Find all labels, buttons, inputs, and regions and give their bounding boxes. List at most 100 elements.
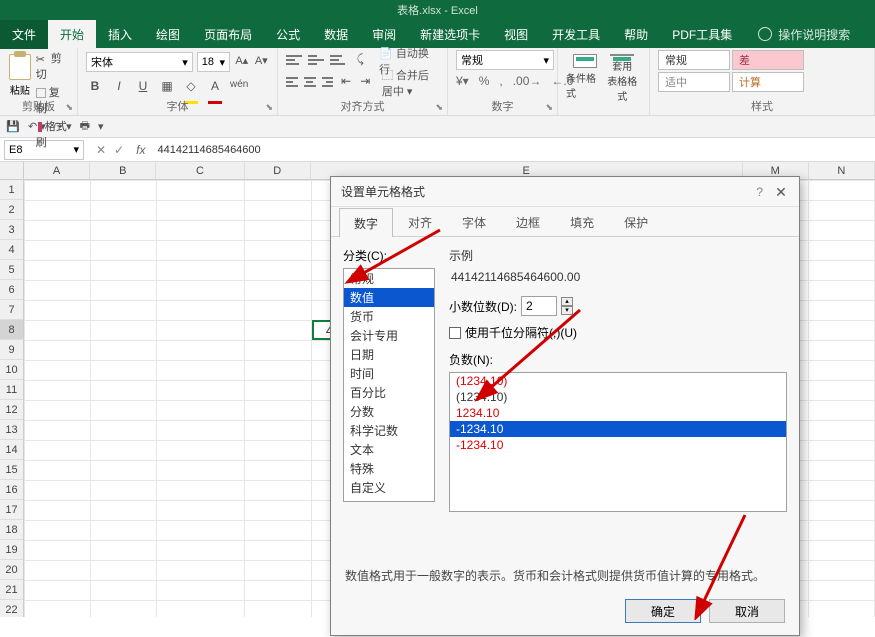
cancel-formula-button[interactable]: ✕ [96, 143, 106, 157]
confirm-formula-button[interactable]: ✓ [114, 143, 124, 157]
tab-layout[interactable]: 页面布局 [192, 20, 264, 49]
align-left-button[interactable] [286, 77, 298, 89]
col-header[interactable]: D [245, 162, 311, 179]
italic-button[interactable]: I [110, 79, 128, 97]
qat-dropdown[interactable]: ▾ [98, 120, 104, 133]
row-header[interactable]: 3 [0, 220, 23, 240]
tab-file[interactable]: 文件 [0, 20, 48, 49]
category-item[interactable]: 常规 [344, 269, 434, 288]
category-item[interactable]: 特殊 [344, 459, 434, 478]
clipboard-launcher[interactable]: ⬊ [65, 102, 73, 113]
close-icon[interactable]: ✕ [773, 184, 789, 200]
negative-format-item[interactable]: -1234.10 [450, 421, 786, 437]
row-header[interactable]: 17 [0, 500, 23, 520]
cut-button[interactable]: ✂ 剪切 [36, 50, 69, 82]
row-header[interactable]: 18 [0, 520, 23, 540]
alignment-launcher[interactable]: ⬊ [435, 102, 443, 113]
align-right-button[interactable] [322, 77, 334, 89]
tab-data[interactable]: 数据 [312, 20, 360, 49]
align-bottom-button[interactable] [330, 55, 346, 67]
ok-button[interactable]: 确定 [625, 599, 701, 623]
row-header[interactable]: 9 [0, 340, 23, 360]
dialog-tab-border[interactable]: 边框 [501, 207, 555, 236]
category-item[interactable]: 货币 [344, 307, 434, 326]
row-header[interactable]: 16 [0, 480, 23, 500]
tell-me-search[interactable]: 操作说明搜索 [758, 26, 850, 43]
cell-style-neutral[interactable]: 适中 [658, 72, 730, 92]
category-item[interactable]: 百分比 [344, 383, 434, 402]
row-header[interactable]: 6 [0, 280, 23, 300]
row-header[interactable]: 1 [0, 180, 23, 200]
category-item[interactable]: 日期 [344, 345, 434, 364]
row-header[interactable]: 7 [0, 300, 23, 320]
col-header[interactable]: N [809, 162, 875, 179]
category-item[interactable]: 数值 [344, 288, 434, 307]
format-as-table-button[interactable]: 套用 表格格式 [604, 50, 642, 100]
category-list[interactable]: 常规数值货币会计专用日期时间百分比分数科学记数文本特殊自定义 [343, 268, 435, 502]
tab-dev[interactable]: 开发工具 [540, 20, 612, 49]
dialog-tab-font[interactable]: 字体 [447, 207, 501, 236]
paste-button[interactable]: 粘贴 [8, 50, 32, 102]
align-center-button[interactable] [304, 77, 316, 89]
tab-home[interactable]: 开始 [48, 20, 96, 49]
col-header[interactable]: B [90, 162, 156, 179]
row-header[interactable]: 2 [0, 200, 23, 220]
increase-font-button[interactable]: A▴ [234, 54, 249, 70]
cell-style-bad[interactable]: 差 [732, 50, 804, 70]
category-item[interactable]: 科学记数 [344, 421, 434, 440]
dialog-tab-align[interactable]: 对齐 [393, 207, 447, 236]
row-header[interactable]: 11 [0, 380, 23, 400]
fx-icon[interactable]: fx [136, 143, 145, 157]
cell-style-calc[interactable]: 计算 [732, 72, 804, 92]
dialog-tab-fill[interactable]: 填充 [555, 207, 609, 236]
category-item[interactable]: 时间 [344, 364, 434, 383]
decimal-spin-down[interactable]: ▾ [561, 306, 573, 315]
underline-button[interactable]: U [134, 79, 152, 97]
negative-format-item[interactable]: 1234.10 [450, 405, 786, 421]
col-header[interactable]: A [24, 162, 90, 179]
align-middle-button[interactable] [308, 55, 324, 67]
qat-customize[interactable]: 🖶 [80, 117, 90, 136]
row-header[interactable]: 12 [0, 400, 23, 420]
comma-button[interactable]: , [499, 74, 502, 88]
negative-format-item[interactable]: (1234.10) [450, 373, 786, 389]
negative-format-item[interactable]: -1234.10 [450, 437, 786, 453]
decimal-spin-up[interactable]: ▴ [561, 297, 573, 306]
tab-help[interactable]: 帮助 [612, 20, 660, 49]
row-header[interactable]: 8 [0, 320, 23, 340]
merge-center-button[interactable]: ⬚ 合并后居中 ▾ [382, 67, 439, 99]
cell-style-normal[interactable]: 常规 [658, 50, 730, 70]
formula-input[interactable]: 44142114685464600 [157, 144, 260, 156]
dialog-tab-protect[interactable]: 保护 [609, 207, 663, 236]
thousands-separator-checkbox[interactable] [449, 327, 461, 339]
category-item[interactable]: 自定义 [344, 478, 434, 497]
fill-color-button[interactable]: ◇ [182, 79, 200, 97]
cancel-button[interactable]: 取消 [709, 599, 785, 623]
tab-draw[interactable]: 绘图 [144, 20, 192, 49]
dialog-help-button[interactable]: ? [756, 185, 763, 199]
font-launcher[interactable]: ⬊ [265, 102, 273, 113]
tab-view[interactable]: 视图 [492, 20, 540, 49]
font-name-combo[interactable]: 宋体▾ [86, 52, 193, 72]
format-painter-button[interactable]: 格式刷 [36, 118, 69, 150]
number-launcher[interactable]: ⬊ [545, 102, 553, 113]
row-header[interactable]: 5 [0, 260, 23, 280]
col-header[interactable]: C [156, 162, 244, 179]
phonetic-button[interactable]: wén [230, 79, 248, 97]
category-item[interactable]: 分数 [344, 402, 434, 421]
decrease-font-button[interactable]: A▾ [254, 54, 269, 70]
row-header[interactable]: 21 [0, 580, 23, 600]
row-header[interactable]: 13 [0, 420, 23, 440]
font-size-combo[interactable]: 18▾ [197, 52, 230, 72]
orientation-button[interactable]: ⤹ [351, 52, 369, 70]
conditional-format-button[interactable]: 条件格式 [566, 50, 604, 100]
tab-formula[interactable]: 公式 [264, 20, 312, 49]
font-color-button[interactable]: A [206, 79, 224, 97]
negative-numbers-list[interactable]: (1234.10)(1234.10)1234.10-1234.10-1234.1… [449, 372, 787, 512]
row-header[interactable]: 20 [0, 560, 23, 580]
row-header[interactable]: 10 [0, 360, 23, 380]
dialog-titlebar[interactable]: 设置单元格格式 ? ✕ [331, 177, 799, 207]
row-header[interactable]: 19 [0, 540, 23, 560]
currency-button[interactable]: ¥▾ [456, 74, 469, 88]
negative-format-item[interactable]: (1234.10) [450, 389, 786, 405]
